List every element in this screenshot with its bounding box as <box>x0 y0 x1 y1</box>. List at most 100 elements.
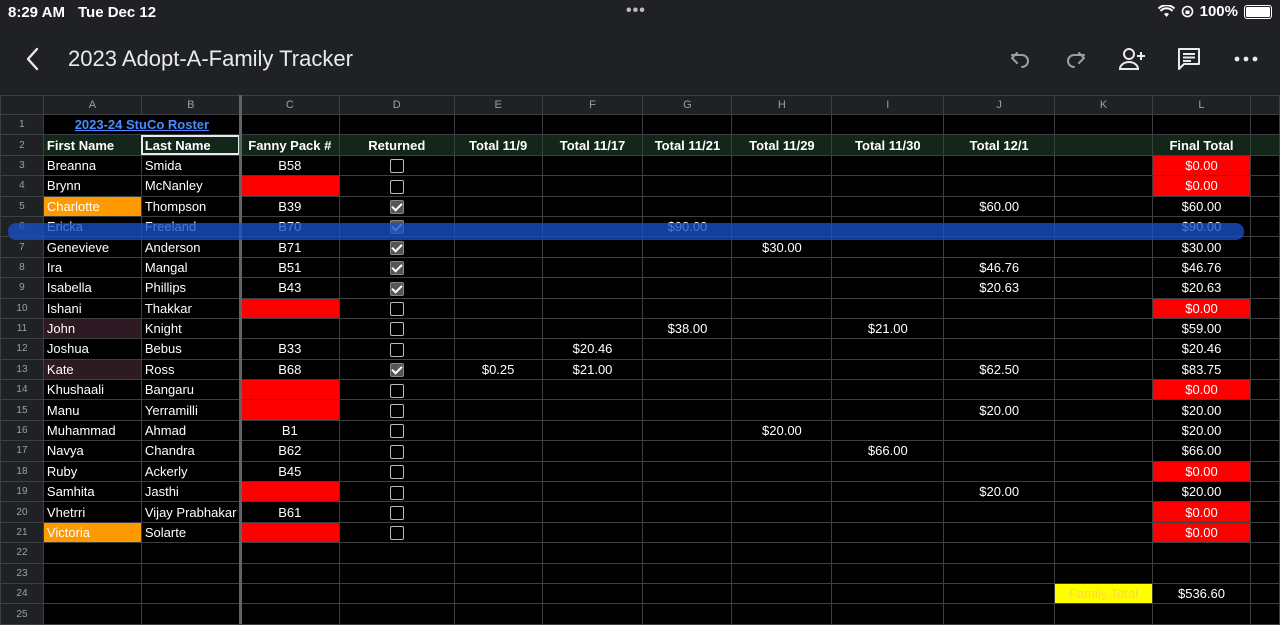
column-header-h[interactable]: H <box>731 95 833 115</box>
row-header[interactable]: 21 <box>0 521 44 544</box>
checkbox-unchecked[interactable] <box>389 424 404 439</box>
total-cell-f[interactable] <box>541 379 644 401</box>
total-cell-h[interactable] <box>731 256 833 279</box>
table-row[interactable]: 7 Genevieve Anderson B71 $30.00 $30.00 <box>0 236 1280 258</box>
row-header[interactable]: 6 <box>0 215 44 238</box>
document-title[interactable]: 2023 Adopt-A-Family Tracker <box>68 46 353 72</box>
share-add-person-icon[interactable] <box>1117 44 1147 74</box>
column-header-f[interactable]: F <box>541 95 644 115</box>
total-cell-i[interactable] <box>831 521 945 544</box>
total-cell-e[interactable] <box>453 297 543 319</box>
total-cell-h[interactable] <box>731 154 833 177</box>
row-header[interactable]: 19 <box>0 481 44 503</box>
total-cell-h[interactable] <box>731 481 833 503</box>
cell[interactable] <box>338 113 455 136</box>
cell[interactable] <box>1054 521 1154 544</box>
cell[interactable] <box>1054 113 1154 136</box>
cell[interactable] <box>42 542 142 564</box>
cell[interactable] <box>239 562 340 584</box>
cell[interactable] <box>1054 379 1154 401</box>
total-cell-g[interactable] <box>642 358 733 381</box>
final-total-cell[interactable]: $59.00 <box>1152 317 1251 340</box>
returned-cell[interactable] <box>338 440 455 462</box>
cell[interactable] <box>42 603 142 625</box>
final-total-cell[interactable]: $20.00 <box>1152 419 1251 442</box>
cell[interactable] <box>1249 215 1280 238</box>
table-row[interactable]: 9 Isabella Phillips B43 $20.63 $20.63 <box>0 277 1280 299</box>
cell[interactable] <box>453 562 543 584</box>
final-total-cell[interactable]: $20.63 <box>1152 277 1251 299</box>
total-cell-g[interactable] <box>642 154 733 177</box>
last-name-cell[interactable]: Solarte <box>140 521 241 544</box>
total-cell-e[interactable] <box>453 236 543 258</box>
table-row[interactable]: 11 John Knight $38.00 $21.00 $59.00 <box>0 317 1280 340</box>
total-cell-e[interactable] <box>453 501 543 523</box>
cell[interactable] <box>1054 297 1154 319</box>
table-row[interactable]: 10 Ishani Thakkar $0.00 <box>0 297 1280 319</box>
row-header[interactable]: 16 <box>0 419 44 442</box>
fanny-pack-cell[interactable]: B43 <box>239 277 340 299</box>
total-cell-g[interactable] <box>642 440 733 462</box>
cell[interactable] <box>831 113 945 136</box>
final-total-cell[interactable]: $20.00 <box>1152 399 1251 421</box>
cell[interactable] <box>338 542 455 564</box>
sheet-row-1[interactable]: 1 2023-24 StuCo Roster <box>0 113 1280 136</box>
cell[interactable] <box>42 582 142 605</box>
cell[interactable] <box>1054 460 1154 483</box>
total-cell-j[interactable] <box>943 419 1056 442</box>
cell[interactable] <box>1249 562 1280 584</box>
cell[interactable] <box>140 542 241 564</box>
total-cell-j[interactable]: $20.00 <box>943 399 1056 421</box>
total-cell-g[interactable]: $90.00 <box>642 215 733 238</box>
total-cell-i[interactable] <box>831 338 945 360</box>
cell[interactable] <box>1054 562 1154 584</box>
checkbox-unchecked[interactable] <box>389 444 404 459</box>
total-cell-e[interactable] <box>453 317 543 340</box>
column-header-j[interactable]: J <box>943 95 1056 115</box>
checkbox-checked[interactable] <box>389 220 404 235</box>
table-row[interactable]: 19 Samhita Jasthi $20.00 $20.00 <box>0 481 1280 503</box>
cell[interactable] <box>140 562 241 584</box>
total-cell-g[interactable] <box>642 236 733 258</box>
returned-cell[interactable] <box>338 175 455 197</box>
total-cell-h[interactable] <box>731 379 833 401</box>
cell[interactable] <box>642 562 733 584</box>
cell[interactable] <box>831 582 945 605</box>
returned-cell[interactable] <box>338 379 455 401</box>
row-header[interactable]: 5 <box>0 195 44 217</box>
total-cell-h[interactable] <box>731 317 833 340</box>
first-name-cell[interactable]: Brynn <box>42 175 142 197</box>
row-header[interactable]: 18 <box>0 460 44 483</box>
final-total-cell[interactable]: $83.75 <box>1152 358 1251 381</box>
cell[interactable] <box>1054 236 1154 258</box>
total-cell-j[interactable] <box>943 440 1056 462</box>
first-name-cell[interactable]: Navya <box>42 440 142 462</box>
returned-cell[interactable] <box>338 338 455 360</box>
total-cell-i[interactable] <box>831 379 945 401</box>
total-cell-e[interactable] <box>453 481 543 503</box>
cell[interactable] <box>453 603 543 625</box>
column-header-b[interactable]: B <box>140 95 241 115</box>
fanny-pack-cell[interactable]: B61 <box>239 501 340 523</box>
checkbox-checked[interactable] <box>389 363 404 378</box>
cell[interactable] <box>140 603 241 625</box>
table-row[interactable]: 15 Manu Yerramilli $20.00 $20.00 <box>0 399 1280 421</box>
checkbox-unchecked[interactable] <box>389 322 404 337</box>
final-total-cell[interactable]: $0.00 <box>1152 379 1251 401</box>
last-name-cell[interactable]: Bangaru <box>140 379 241 401</box>
cell[interactable] <box>541 542 644 564</box>
total-cell-g[interactable] <box>642 399 733 421</box>
more-options-icon[interactable] <box>1231 44 1261 74</box>
first-name-cell[interactable]: Ira <box>42 256 142 279</box>
row-header[interactable]: 3 <box>0 154 44 177</box>
total-cell-f[interactable] <box>541 501 644 523</box>
total-cell-f[interactable] <box>541 460 644 483</box>
family-total-label[interactable]: Family Total <box>1054 582 1154 605</box>
checkbox-unchecked[interactable] <box>389 403 404 418</box>
returned-cell[interactable] <box>338 277 455 299</box>
cell[interactable] <box>140 582 241 605</box>
total-cell-f[interactable]: $20.46 <box>541 338 644 360</box>
first-name-cell[interactable]: Ericka <box>42 215 142 238</box>
fanny-pack-cell[interactable]: B71 <box>239 236 340 258</box>
row-header[interactable]: 23 <box>0 562 44 584</box>
